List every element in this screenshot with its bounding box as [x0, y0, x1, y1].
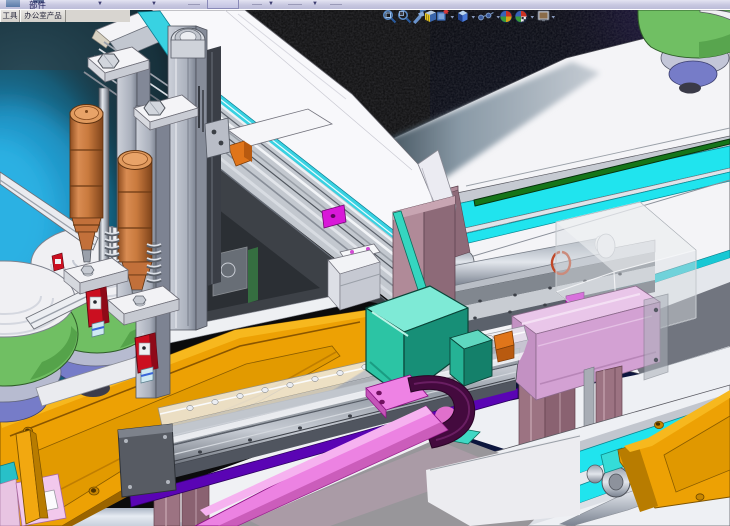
dropdown-arrow-icon[interactable]: ▼	[151, 1, 157, 7]
edit-appearance-button[interactable]	[500, 11, 512, 23]
dropdown-arrow-icon[interactable]: ▼	[97, 1, 103, 7]
z-axis-slide[interactable]	[168, 26, 196, 330]
ribbon-fragment	[188, 4, 200, 5]
tab-tools[interactable]: 工具	[0, 10, 20, 22]
ribbon-toolbar[interactable]: 部件 ▼ ▼ ▼ ▼	[0, 0, 730, 10]
tab-office-products[interactable]: 办公室产品	[20, 10, 66, 22]
dropdown-arrow-icon[interactable]: ▼	[268, 1, 274, 7]
ribbon-fragment	[288, 4, 302, 5]
ribbon-fragment	[252, 4, 262, 5]
application-window: 部件 ▼ ▼ ▼ ▼ 工具 办公室产品	[0, 0, 730, 526]
ribbon-pressed-button[interactable]	[207, 0, 239, 9]
ribbon-fragment	[330, 4, 342, 5]
viewport-3d[interactable]	[0, 0, 730, 526]
commandmanager-tabs: 工具 办公室产品	[0, 10, 130, 22]
dropdown-arrow-icon[interactable]: ▼	[312, 1, 318, 7]
ribbon-icon-fragment	[6, 0, 20, 7]
